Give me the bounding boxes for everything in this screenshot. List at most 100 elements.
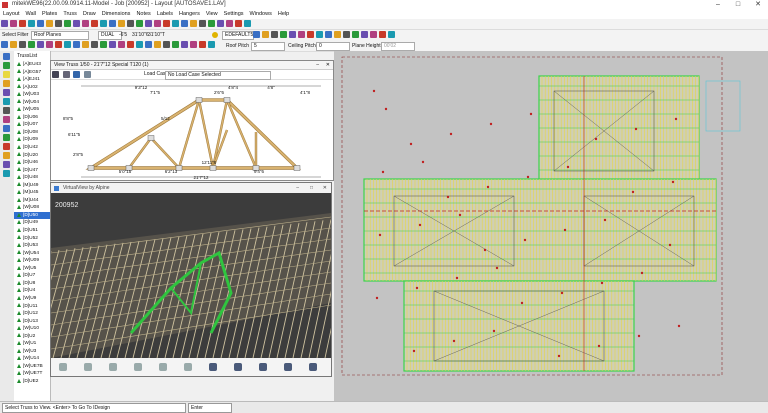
truss-list-item[interactable]: [D]U06: [14, 114, 50, 122]
truss-list-item[interactable]: [M]U45: [14, 189, 50, 197]
main-tool-icon[interactable]: [235, 20, 242, 27]
left-tool-icon[interactable]: [3, 116, 10, 123]
main-tool-icon[interactable]: [181, 20, 188, 27]
main-tool-icon[interactable]: [109, 20, 116, 27]
roof-tool-icon[interactable]: [172, 41, 179, 48]
view-tool-icon[interactable]: [388, 31, 395, 38]
main-tool-icon[interactable]: [199, 20, 206, 27]
main-tool-icon[interactable]: [163, 20, 170, 27]
truss-list-item[interactable]: [D]U51: [14, 227, 50, 235]
view-tool-icon[interactable]: [343, 31, 350, 38]
truss-list-item[interactable]: [M]U44: [14, 197, 50, 205]
main-tool-icon[interactable]: [91, 20, 98, 27]
main-tool-icon[interactable]: [100, 20, 107, 27]
truss-list-item[interactable]: [D]U52: [14, 235, 50, 243]
menu-truss[interactable]: Truss: [60, 10, 80, 19]
truss-list-item[interactable]: [A]EJ41: [14, 76, 50, 84]
view-tool-icon[interactable]: [271, 31, 278, 38]
menu-plates[interactable]: Plates: [39, 10, 60, 19]
roof-plan-drawing[interactable]: [334, 51, 768, 401]
roof-tool-icon[interactable]: [154, 41, 161, 48]
truss-list-item[interactable]: [W]U05: [14, 106, 50, 114]
menu-help[interactable]: Help: [275, 10, 292, 19]
view-tool-icon[interactable]: [370, 31, 377, 38]
main-tool-icon[interactable]: [172, 20, 179, 27]
roof-tool-icon[interactable]: [100, 41, 107, 48]
roof-tool-icon[interactable]: [37, 41, 44, 48]
menu-settings[interactable]: Settings: [221, 10, 247, 19]
truss-list-item[interactable]: [W]UE7B: [14, 363, 50, 371]
left-tool-icon[interactable]: [3, 152, 10, 159]
edit-icon[interactable]: [284, 363, 292, 371]
left-tool-icon[interactable]: [3, 107, 10, 114]
lightbulb-icon[interactable]: [212, 32, 218, 38]
truss-list-item[interactable]: [D]U53: [14, 242, 50, 250]
main-tool-icon[interactable]: [64, 20, 71, 27]
layout-plan-view[interactable]: [334, 51, 768, 401]
truss-list-item[interactable]: [W]U09: [14, 257, 50, 265]
roof-tool-icon[interactable]: [91, 41, 98, 48]
move-up-icon[interactable]: [84, 363, 92, 371]
roof-tool-icon[interactable]: [163, 41, 170, 48]
main-tool-icon[interactable]: [145, 20, 152, 27]
left-tool-icon[interactable]: [3, 53, 10, 60]
main-tool-icon[interactable]: [154, 20, 161, 27]
save-icon[interactable]: [62, 71, 70, 78]
truss-list-item[interactable]: [W]U3: [14, 348, 50, 356]
truss-list-item[interactable]: [A]EG57: [14, 69, 50, 77]
left-tool-icon[interactable]: [3, 71, 10, 78]
main-tool-icon[interactable]: [244, 20, 251, 27]
roof-tool-icon[interactable]: [145, 41, 152, 48]
view-tool-icon[interactable]: [262, 31, 269, 38]
roof-tool-icon[interactable]: [28, 41, 35, 48]
menu-view[interactable]: View: [203, 10, 221, 19]
left-tool-icon[interactable]: [3, 161, 10, 168]
truss-list-item[interactable]: [D]U08: [14, 129, 50, 137]
print-icon[interactable]: [52, 71, 59, 78]
roof-tool-icon[interactable]: [1, 41, 8, 48]
truss-list-item[interactable]: [W]U04: [14, 99, 50, 107]
roof-tool-icon[interactable]: [109, 41, 116, 48]
left-tool-icon[interactable]: [3, 170, 10, 177]
person-icon[interactable]: [259, 363, 267, 371]
3d-model-view[interactable]: [51, 193, 331, 358]
roof-tool-icon[interactable]: [118, 41, 125, 48]
roof-tool-icon[interactable]: [190, 41, 197, 48]
view-tool-icon[interactable]: [298, 31, 305, 38]
truss-list-item[interactable]: [D]U50: [14, 211, 50, 220]
select-filter-dropdown[interactable]: Roof Planes: [31, 31, 89, 40]
left-tool-icon[interactable]: [3, 89, 10, 96]
maximize-button[interactable]: □: [728, 0, 748, 10]
roof-tool-icon[interactable]: [46, 41, 53, 48]
roof-tool-icon[interactable]: [82, 41, 89, 48]
left-tool-icon[interactable]: [3, 80, 10, 87]
truss-list-item[interactable]: [W]U08: [14, 204, 50, 212]
truss-list-item[interactable]: [M]U49: [14, 182, 50, 190]
main-tool-icon[interactable]: [118, 20, 125, 27]
truss-list-item[interactable]: [D]U42: [14, 144, 50, 152]
truss-list-item[interactable]: [W]U5: [14, 265, 50, 273]
view-tool-icon[interactable]: [280, 31, 287, 38]
roof-tool-icon[interactable]: [19, 41, 26, 48]
view-tool-icon[interactable]: [334, 31, 341, 38]
main-tool-icon[interactable]: [73, 20, 80, 27]
truss-list-item[interactable]: [D]U48: [14, 174, 50, 182]
view-tool-icon[interactable]: [316, 31, 323, 38]
truss-list-item[interactable]: [D]U46: [14, 159, 50, 167]
view-tool-icon[interactable]: [289, 31, 296, 38]
truss-list-item[interactable]: [A]EU43: [14, 61, 50, 69]
menu-hangers[interactable]: Hangers: [176, 10, 203, 19]
view-truss-minimize-button[interactable]: –: [316, 61, 319, 69]
main-tool-icon[interactable]: [28, 20, 35, 27]
load-case-dropdown[interactable]: No Load Case Selected: [165, 71, 271, 80]
roof-tool-icon[interactable]: [127, 41, 134, 48]
truss-list-item[interactable]: [D]U13: [14, 318, 50, 326]
truss-list-item[interactable]: [D]U12: [14, 310, 50, 318]
virtual-view-close-button[interactable]: ✕: [323, 183, 327, 193]
main-tool-icon[interactable]: [19, 20, 26, 27]
main-tool-icon[interactable]: [46, 20, 53, 27]
main-tool-icon[interactable]: [136, 20, 143, 27]
truss-list-item[interactable]: [D]U20: [14, 152, 50, 160]
left-tool-icon[interactable]: [3, 62, 10, 69]
roof-tool-icon[interactable]: [55, 41, 62, 48]
